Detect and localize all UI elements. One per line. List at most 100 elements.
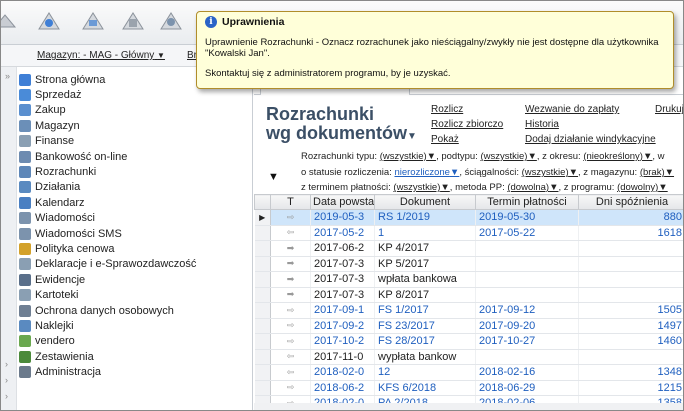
row-type-icon: ➡	[270, 287, 311, 303]
settle-link[interactable]: Rozlicz	[431, 104, 463, 115]
program-filter[interactable]: (dowolny)▼	[617, 182, 668, 193]
settle-bulk-link[interactable]: Rozlicz zbiorczo	[431, 119, 503, 130]
sidebar-item[interactable]: Bankowość on-line	[19, 149, 127, 164]
chevron-down-icon: ▼	[157, 51, 165, 60]
privacy-icon	[19, 304, 31, 317]
sidebar-item[interactable]: Ewidencje	[19, 272, 85, 287]
sidebar-item[interactable]: Polityka cenowa	[19, 241, 115, 256]
sidebar-item[interactable]: Działania	[19, 180, 80, 195]
sidebar-item-label: Zestawienia	[35, 350, 94, 363]
back-icon[interactable]	[1, 7, 19, 35]
sidebar-item[interactable]: Zakup	[19, 103, 66, 118]
row-type-icon: ⇨	[270, 318, 311, 334]
cell-due-date: 2017-05-22	[475, 225, 579, 241]
home-icon[interactable]	[35, 7, 63, 35]
warehouse-filter[interactable]: (brak)▼	[640, 167, 674, 178]
filter-row-2: o statusie rozliczenia: nierozliczone▼, …	[301, 167, 675, 178]
sidebar: » › › › Strona główna Sprzedaż Zakup Magazy…	[1, 67, 253, 410]
payment-method-filter[interactable]: (dowolna)▼	[507, 182, 558, 193]
sidebar-item[interactable]: Wiadomości	[19, 211, 95, 226]
column-header-type[interactable]: T	[270, 194, 311, 210]
vendero-icon	[19, 335, 31, 348]
table-row[interactable]: ➡ 2017-07-3 KP 8/2017	[254, 287, 683, 303]
filters-toggle-icon[interactable]: ▼	[268, 171, 279, 183]
chevron-right-icon[interactable]: »	[5, 71, 10, 81]
period-filter[interactable]: (nieokreślony)▼	[583, 151, 652, 162]
chevron-right-icon[interactable]: ›	[5, 359, 8, 369]
records-icon	[19, 273, 31, 286]
table-row[interactable]: ⇨ 2018-06-2 KFS 6/2018 2018-06-29 1215	[254, 380, 683, 396]
chevron-right-icon[interactable]: ›	[5, 375, 8, 385]
sidebar-item-label: Deklaracje i e-Sprawozdawczość	[35, 258, 197, 271]
table-row[interactable]: ⇦ 2018-02-0 12 2018-02-16 1348	[254, 364, 683, 381]
table-row[interactable]: ⇨ 2017-10-2 FS 28/2017 2017-10-27 1460	[254, 333, 683, 350]
sidebar-item[interactable]: Sprzedaż	[19, 87, 81, 102]
type-filter[interactable]: (wszystkie)▼	[380, 151, 436, 162]
sidebar-item[interactable]: Ochrona danych osobowych	[19, 303, 174, 318]
table-row[interactable]: ➡ 2017-07-3 wpłata bankowa	[254, 271, 683, 288]
column-header-due-date[interactable]: Termin płatności	[475, 194, 579, 210]
bank-icon	[19, 150, 31, 163]
sidebar-item[interactable]: Deklaracje i e-Sprawozdawczość	[19, 257, 196, 272]
cell-days-late: 1497	[578, 318, 683, 334]
sidebar-item[interactable]: Magazyn	[19, 118, 80, 133]
status-filter[interactable]: nierozliczone▼	[394, 167, 459, 178]
warehouse-icon	[19, 119, 31, 132]
cell-date: 2017-07-3	[310, 256, 375, 272]
table-row[interactable]: ⇨ 2017-09-2 FS 23/2017 2017-09-20 1497	[254, 318, 683, 334]
warehouse-selector[interactable]: Magazyn: - MAG - Główny ▼	[37, 50, 165, 61]
collectability-filter[interactable]: (wszystkie)▼	[522, 167, 578, 178]
cell-days-late: 880	[578, 209, 683, 226]
permission-tooltip: i Uprawnienia Uprawnienie Rozrachunki - …	[196, 11, 674, 89]
cell-days-late: 1460	[578, 333, 683, 350]
sidebar-item[interactable]: Kartoteki	[19, 288, 78, 303]
sidebar-item[interactable]: Rozrachunki	[19, 164, 96, 179]
sidebar-item[interactable]: Finanse	[19, 134, 74, 149]
print-link[interactable]: Drukuj	[655, 104, 683, 115]
cell-document: wpłata bankowa	[374, 271, 476, 288]
cell-days-late: 1348	[578, 364, 683, 381]
column-header-created[interactable]: Data powsta	[310, 194, 375, 210]
customers-icon[interactable]	[157, 7, 185, 35]
table-row[interactable]: ⇨ 2017-09-1 FS 1/2017 2017-09-12 1505	[254, 302, 683, 319]
table-row[interactable]: ⇦ 2017-11-0 wypłata bankow	[254, 349, 683, 365]
row-indicator	[254, 349, 271, 365]
settlements-icon	[19, 165, 31, 178]
sidebar-item[interactable]: vendero	[19, 334, 75, 349]
sidebar-item[interactable]: Kalendarz	[19, 195, 85, 210]
cell-date: 2017-09-2	[310, 318, 375, 334]
show-link[interactable]: Pokaż	[431, 134, 459, 145]
column-header-document[interactable]: Dokument	[374, 194, 476, 210]
sidebar-item[interactable]: Strona główna	[19, 72, 105, 87]
cell-days-late	[578, 349, 683, 365]
subtype-filter[interactable]: (wszystkie)▼	[480, 151, 536, 162]
cell-due-date: 2018-02-16	[475, 364, 579, 381]
sidebar-item[interactable]: Zestawienia	[19, 349, 94, 364]
chevron-down-icon: ▼	[407, 131, 417, 142]
table-row[interactable]: ⇦ 2017-05-2 1 2017-05-22 1618	[254, 225, 683, 241]
row-indicator	[254, 302, 271, 319]
sidebar-collapse-strip[interactable]: » › › ›	[1, 67, 17, 410]
history-link[interactable]: Historia	[525, 119, 559, 130]
due-filter[interactable]: (wszystkie)▼	[393, 182, 449, 193]
sales-icon[interactable]	[119, 7, 147, 35]
cell-days-late: 1215	[578, 380, 683, 396]
table-row[interactable]: ➡ 2017-07-3 KP 5/2017	[254, 256, 683, 272]
chevron-right-icon[interactable]: ›	[5, 391, 8, 401]
payment-demand-link[interactable]: Wezwanie do zapłaty	[525, 104, 619, 115]
cell-document: KP 5/2017	[374, 256, 476, 272]
sidebar-item[interactable]: Wiadomości SMS	[19, 226, 122, 241]
row-type-icon: ⇦	[270, 349, 311, 365]
edit-icon[interactable]	[79, 7, 107, 35]
horizontal-scrollbar[interactable]	[254, 403, 683, 410]
home-icon	[19, 73, 31, 86]
column-header-days-late[interactable]: Dni spóźnienia	[578, 194, 683, 210]
sidebar-item[interactable]: Naklejki	[19, 318, 74, 333]
sidebar-item[interactable]: Administracja	[19, 365, 101, 380]
table-row[interactable]: ▶ ⇨ 2019-05-3 RS 1/2019 2019-05-30 880	[254, 209, 683, 226]
page-title[interactable]: Rozrachunki wg dokumentów▼	[266, 105, 417, 146]
table-row[interactable]: ➡ 2017-06-2 KP 4/2017	[254, 240, 683, 257]
declarations-icon	[19, 258, 31, 271]
add-collection-action-link[interactable]: Dodaj działanie windykacyjne	[525, 134, 656, 145]
row-type-icon: ⇨	[270, 302, 311, 319]
